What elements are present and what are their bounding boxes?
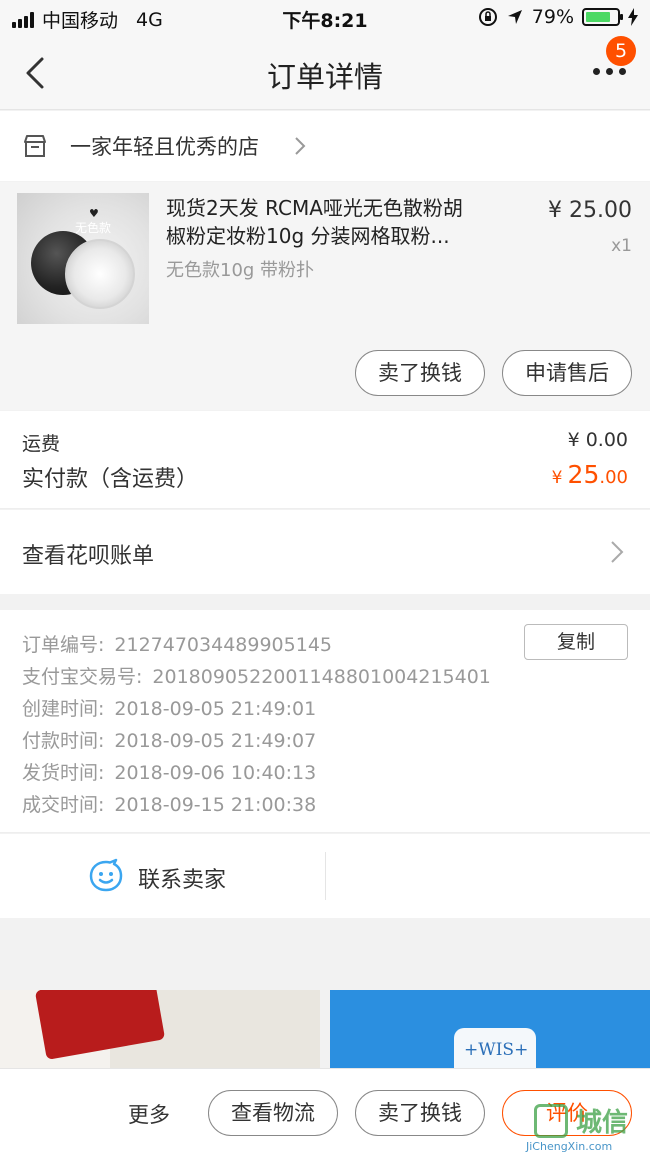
info-key: 付款时间: <box>22 730 105 752</box>
status-bar: 中国移动 4G 下午8:21 79% <box>0 0 650 36</box>
order-info: 订单编号: 212747034489905145 支付宝交易号: 201809052… <box>0 610 650 833</box>
battery-icon <box>582 8 623 26</box>
contact-seller-label: 联系卖家 <box>138 868 227 893</box>
copy-button[interactable]: 复制 <box>524 624 628 660</box>
rotation-lock-icon <box>478 8 497 26</box>
sell-for-cash-button[interactable]: 卖了换钱 <box>355 1090 485 1136</box>
info-key: 发货时间: <box>22 762 105 784</box>
chevron-right-icon <box>611 541 624 563</box>
huabei-bill-row[interactable]: 查看花呗账单 <box>0 510 650 594</box>
page-title: 订单详情 <box>266 60 383 94</box>
shipping-label: 运费 <box>22 433 61 455</box>
product-thumbnail[interactable]: ♥ 无色款 <box>17 193 149 324</box>
shop-row[interactable]: 一家年轻且优秀的店 <box>0 111 650 181</box>
more-button[interactable]: 更多 <box>128 1099 170 1129</box>
info-value: 2018-09-06 10:40:13 <box>114 762 317 784</box>
tube-brand-text: +WIS+ <box>464 1040 529 1060</box>
info-value: 2018-09-15 21:00:38 <box>114 794 317 816</box>
fee-summary: 运费 ¥ 0.00 实付款（含运费） ¥ 25.00 <box>0 411 650 509</box>
product-card[interactable]: ♥ 无色款 现货2天发 RCMA哑光无色散粉胡 椒粉定妆粉10g 分装网格取粉.… <box>0 182 650 410</box>
after-sale-button[interactable]: 申请售后 <box>502 350 632 396</box>
created-time-row: 创建时间: 2018-09-05 21:49:01 <box>22 694 316 721</box>
view-logistics-button[interactable]: 查看物流 <box>208 1090 338 1136</box>
chat-face-icon <box>89 858 123 892</box>
divider <box>325 852 326 900</box>
paid-label: 实付款（含运费） <box>22 467 199 492</box>
info-value: 2018-09-05 21:49:07 <box>114 730 317 752</box>
nav-bar: 订单详情 5 <box>0 36 650 110</box>
paid-amount: ¥ 25.00 <box>552 460 628 489</box>
completed-time-row: 成交时间: 2018-09-15 21:00:38 <box>22 790 316 817</box>
info-key: 支付宝交易号: <box>22 666 143 688</box>
info-value: 2018090522001148801004215401 <box>152 666 491 688</box>
shop-name: 一家年轻且优秀的店 <box>70 135 259 159</box>
info-key: 订单编号: <box>22 634 105 656</box>
product-title-line1: 现货2天发 RCMA哑光无色散粉胡 <box>166 196 463 220</box>
battery-fill <box>586 12 610 22</box>
message-badge: 5 <box>606 36 636 66</box>
watermark-url: JiChengXin.com <box>526 1140 613 1153</box>
charging-icon <box>628 8 638 26</box>
paid-integer: 25 <box>567 460 600 489</box>
huabei-label: 查看花呗账单 <box>22 544 155 569</box>
store-icon <box>24 135 46 157</box>
product-quantity: x1 <box>611 236 632 256</box>
watermark-text: 城信 <box>576 1108 629 1138</box>
product-title: 现货2天发 RCMA哑光无色散粉胡 椒粉定妆粉10g 分装网格取粉... <box>166 194 516 250</box>
shipped-time-row: 发货时间: 2018-09-06 10:40:13 <box>22 758 316 785</box>
order-number-row: 订单编号: 212747034489905145 <box>22 630 332 657</box>
info-value: 212747034489905145 <box>114 634 332 656</box>
product-title-line2: 椒粉定妆粉10g 分装网格取粉... <box>166 224 450 248</box>
recommend-item-left[interactable] <box>0 990 320 1080</box>
powder-jar-shape <box>65 239 135 309</box>
product-price: ¥ 25.00 <box>548 198 632 223</box>
recommend-item-right[interactable]: +WIS+ <box>330 990 650 1080</box>
alipay-trade-row: 支付宝交易号: 2018090522001148801004215401 <box>22 662 491 689</box>
location-icon <box>507 10 522 24</box>
info-key: 成交时间: <box>22 794 105 816</box>
info-key: 创建时间: <box>22 698 105 720</box>
watermark-logo-icon <box>534 1104 568 1138</box>
status-right: 79% <box>478 6 638 28</box>
site-watermark: 城信 JiChengXin.com <box>524 1100 644 1156</box>
shipping-value: ¥ 0.00 <box>567 429 628 451</box>
sell-button[interactable]: 卖了换钱 <box>355 350 485 396</box>
more-menu-icon[interactable] <box>593 68 626 75</box>
battery-percent: 79% <box>531 6 574 28</box>
thumbnail-label: 无色款 <box>75 221 112 235</box>
chevron-right-icon <box>295 137 306 155</box>
paid-decimal: .00 <box>599 467 628 488</box>
product-sku: 无色款10g 带粉扑 <box>166 260 315 281</box>
info-value: 2018-09-05 21:49:01 <box>114 698 317 720</box>
paid-currency: ¥ <box>551 468 563 488</box>
contact-seller-row[interactable]: 联系卖家 <box>0 834 650 918</box>
paid-time-row: 付款时间: 2018-09-05 21:49:07 <box>22 726 316 753</box>
